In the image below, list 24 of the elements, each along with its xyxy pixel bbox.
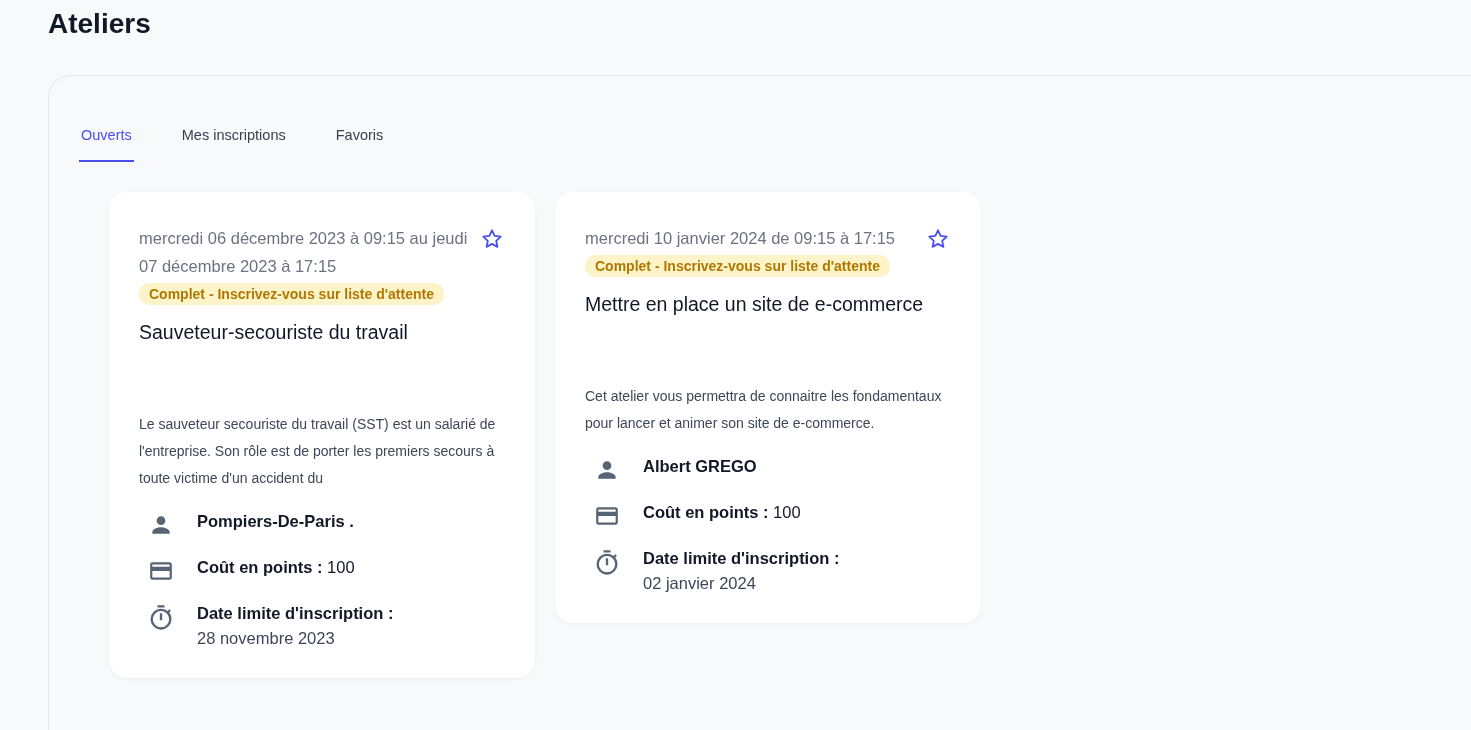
- deadline-date: 02 janvier 2024: [643, 574, 757, 593]
- workshop-date: mercredi 06 décembre 2023 à 09:15 au jeudi 07 décembre 2023 à 17:15: [139, 228, 469, 277]
- cost-value: 100: [327, 558, 355, 576]
- page-title: Ateliers: [48, 7, 152, 41]
- workshop-description: Le sauveteur secouriste du travail (SST) est un salarié de l'entreprise. Son rôle est de porter les premiers secours à toute victime d'un accident du: [139, 415, 497, 488]
- tab[interactable]: Favoris: [333, 114, 386, 162]
- workshop-date: mercredi 10 janvier 2024 de 09:15 à 17:15: [585, 228, 897, 249]
- cost-label: Coût en points :: [643, 503, 769, 521]
- status-badge: Complet - Inscrivez-vous sur liste d'attente: [585, 255, 890, 277]
- tab[interactable]: Ouverts: [79, 114, 134, 162]
- organizer-name: Albert GREGO: [643, 457, 757, 476]
- workshop-title: Mettre en place un site de e-commerce: [585, 292, 925, 317]
- deadline-date: 28 novembre 2023: [197, 629, 336, 648]
- cost-value: 100: [773, 503, 801, 521]
- status-badge: Complet - Inscrivez-vous sur liste d'attente: [139, 283, 444, 305]
- star-icon[interactable]: [927, 228, 949, 250]
- cost-label: Coût en points :: [197, 558, 323, 576]
- deadline-label: Date limite d'inscription :: [197, 604, 394, 622]
- star-icon[interactable]: [481, 228, 503, 250]
- workshop-description: Cet atelier vous permettra de connaitre les fondamentaux pour lancer et animer son site de e-commerce.: [585, 387, 943, 433]
- deadline-label: Date limite d'inscription :: [643, 549, 840, 567]
- organizer-name: Pompiers-De-Paris .: [197, 512, 354, 531]
- workshop-title: Sauveteur-secouriste du travail: [139, 320, 409, 345]
- tab[interactable]: Mes inscriptions: [179, 114, 288, 162]
